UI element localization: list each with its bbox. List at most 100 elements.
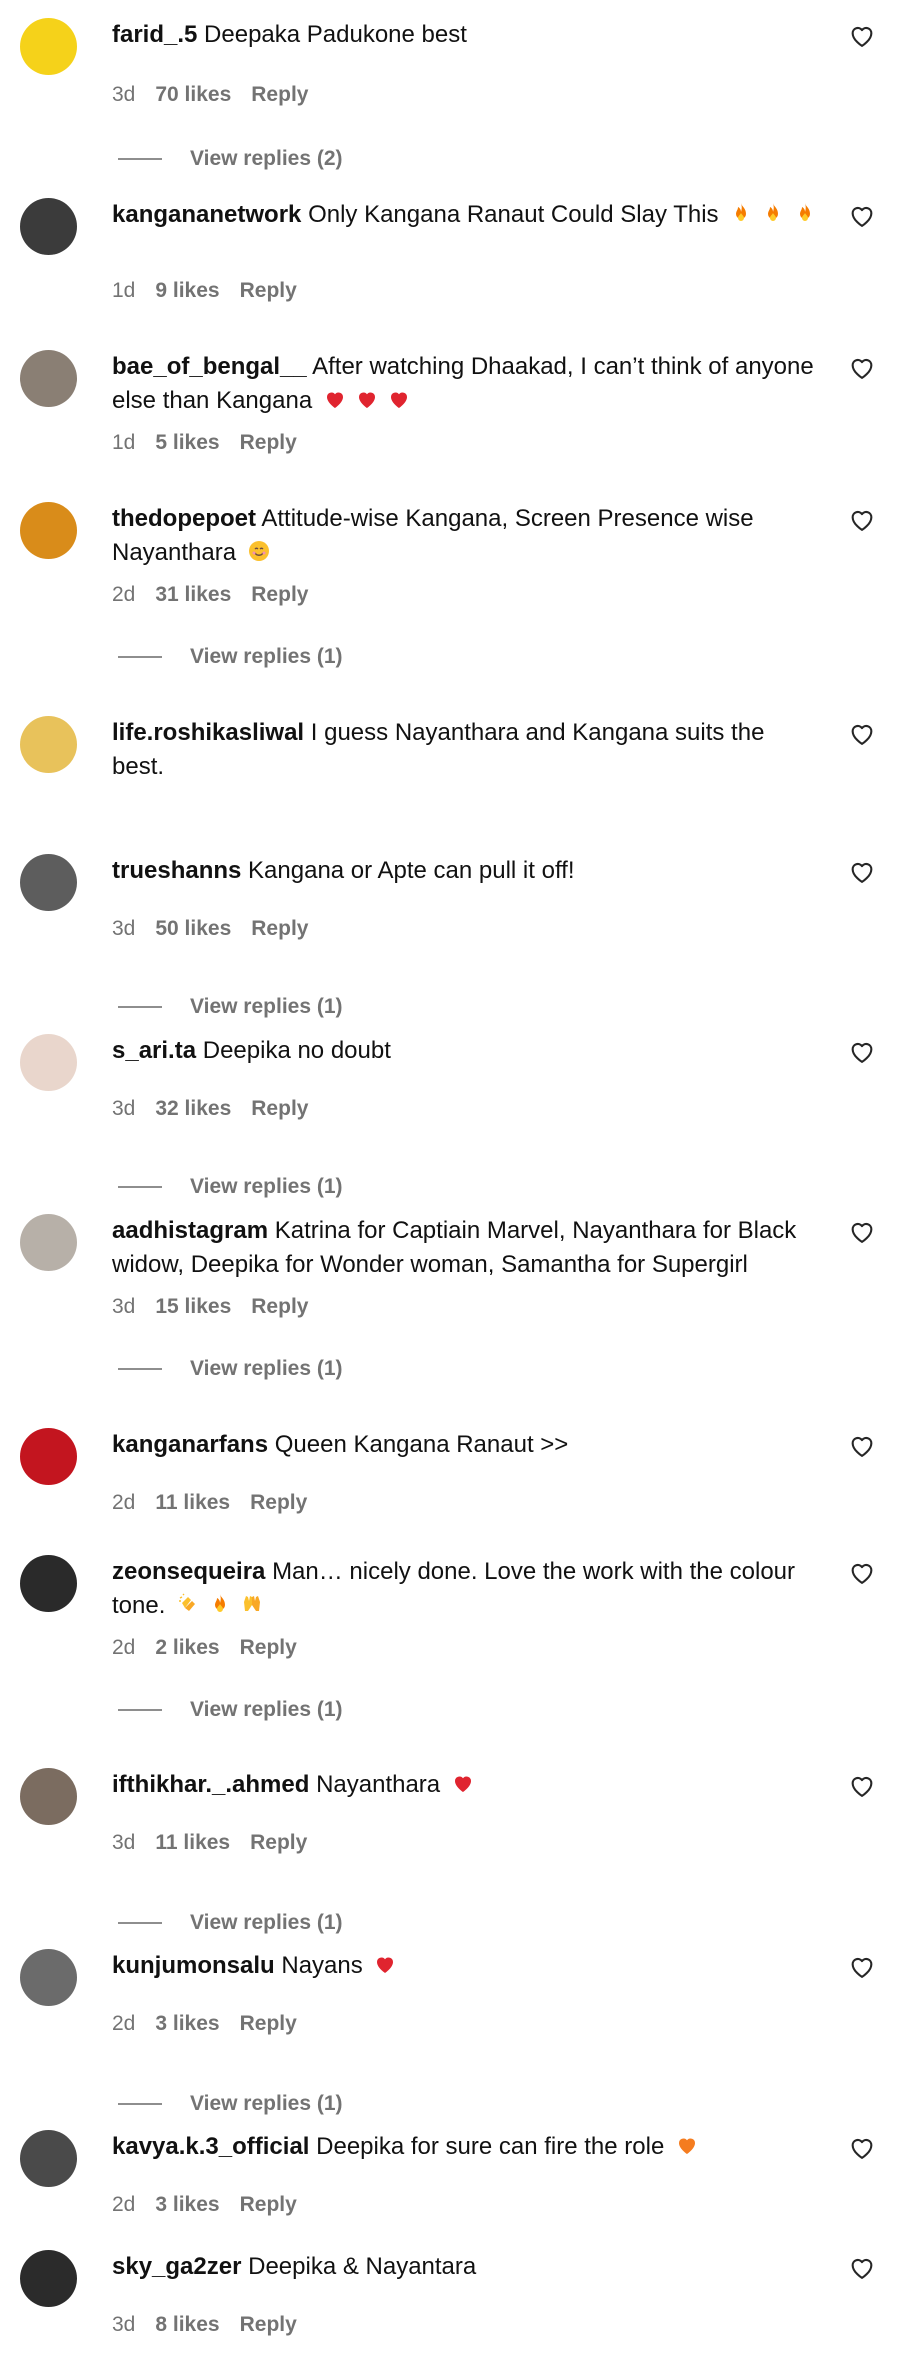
like-heart-icon[interactable] [848,1038,876,1066]
comment-username[interactable]: sky_ga2zer [112,2253,241,2280]
view-replies-label: View replies (1) [190,1357,343,1380]
comment-emoji [719,201,822,228]
comment-likes[interactable]: 50 likes [155,917,231,940]
like-heart-icon[interactable] [848,2134,876,2162]
comment-username[interactable]: bae_of_bengal__ [112,353,307,380]
avatar[interactable] [20,1428,77,1485]
reply-button[interactable]: Reply [240,279,297,302]
comment-likes[interactable]: 9 likes [155,279,219,302]
avatar[interactable] [20,1555,77,1612]
comment-username[interactable]: kanganarfans [112,1431,268,1458]
comment-username[interactable]: s_ari.ta [112,1037,196,1064]
avatar[interactable] [20,1949,77,2006]
comment-meta: 3d 50 likes Reply [112,916,328,942]
comment-username[interactable]: life.roshikasliwal [112,719,304,746]
avatar[interactable] [20,350,77,407]
comment-time: 3d [112,1295,136,1318]
comment-meta: 1d 9 likes Reply [112,278,317,304]
reply-button[interactable]: Reply [251,1295,308,1318]
like-heart-icon[interactable] [848,1432,876,1460]
reply-button[interactable]: Reply [251,917,308,940]
comment-likes[interactable]: 11 likes [155,1491,230,1514]
comment-emoji [236,539,275,566]
comment-time: 3d [112,917,136,940]
avatar[interactable] [20,716,77,773]
reply-button[interactable]: Reply [240,2313,297,2336]
view-replies-label: View replies (1) [190,995,343,1018]
avatar[interactable] [20,2250,77,2307]
comment-meta: 1d 5 likes Reply [112,430,317,456]
replies-divider [118,1368,162,1371]
like-heart-icon[interactable] [848,354,876,382]
like-heart-icon[interactable] [848,1559,876,1587]
reply-button[interactable]: Reply [250,1491,307,1514]
comment-time: 2d [112,583,136,606]
smiling-face-emoji [248,541,269,561]
comment-meta: 2d 3 likes Reply [112,2011,317,2037]
avatar[interactable] [20,2130,77,2187]
comment-body: Queen Kangana Ranaut >> [274,1431,569,1458]
comment-likes[interactable]: 32 likes [155,1097,231,1120]
view-replies-button[interactable]: View replies (1) [118,1910,343,1936]
reply-button[interactable]: Reply [251,1097,308,1120]
comment-text: sky_ga2zer Deepika & Nayantara [112,2250,822,2284]
view-replies-button[interactable]: View replies (2) [118,146,343,172]
view-replies-button[interactable]: View replies (1) [118,1174,343,1200]
view-replies-button[interactable]: View replies (1) [118,1356,343,1382]
comment-text: trueshanns Kangana or Apte can pull it o… [112,854,822,888]
comment-username[interactable]: kavya.k.3_official [112,2133,309,2160]
comment-likes[interactable]: 3 likes [155,2012,219,2035]
comment-likes[interactable]: 70 likes [155,83,231,106]
comment-likes[interactable]: 15 likes [155,1295,231,1318]
comment-username[interactable]: kangananetwork [112,201,301,228]
avatar[interactable] [20,18,77,75]
comment-username[interactable]: thedopepoet [112,505,256,532]
comment-body: Kangana or Apte can pull it off! [248,857,575,884]
reply-button[interactable]: Reply [250,1831,307,1854]
avatar[interactable] [20,502,77,559]
like-heart-icon[interactable] [848,22,876,50]
comment-likes[interactable]: 5 likes [155,431,219,454]
like-heart-icon[interactable] [848,202,876,230]
reply-button[interactable]: Reply [251,583,308,606]
fire-emoji [768,203,779,221]
comment-username[interactable]: aadhistagram [112,1217,268,1244]
comment-likes[interactable]: 31 likes [155,583,231,606]
comment-likes[interactable]: 3 likes [155,2193,219,2216]
avatar[interactable] [20,1034,77,1091]
avatar[interactable] [20,198,77,255]
reply-button[interactable]: Reply [240,2012,297,2035]
view-replies-button[interactable]: View replies (1) [118,1697,343,1723]
comment-username[interactable]: trueshanns [112,857,241,884]
like-heart-icon[interactable] [848,1953,876,1981]
view-replies-button[interactable]: View replies (1) [118,2091,343,2117]
comment-username[interactable]: ifthikhar._.ahmed [112,1771,309,1798]
like-heart-icon[interactable] [848,858,876,886]
reply-button[interactable]: Reply [240,2193,297,2216]
like-heart-icon[interactable] [848,506,876,534]
comment-username[interactable]: kunjumonsalu [112,1952,275,1979]
replies-divider [118,656,162,659]
view-replies-button[interactable]: View replies (1) [118,644,343,670]
fire-emoji [736,203,747,221]
comment-body: Deepika & Nayantara [248,2253,477,2280]
comment-emoji [440,1771,479,1798]
avatar[interactable] [20,1768,77,1825]
comment-username[interactable]: farid_.5 [112,21,197,48]
avatar[interactable] [20,854,77,911]
like-heart-icon[interactable] [848,2254,876,2282]
like-heart-icon[interactable] [848,720,876,748]
reply-button[interactable]: Reply [240,1636,297,1659]
comment-likes[interactable]: 2 likes [155,1636,219,1659]
like-heart-icon[interactable] [848,1772,876,1800]
view-replies-label: View replies (1) [190,645,343,668]
reply-button[interactable]: Reply [240,431,297,454]
view-replies-button[interactable]: View replies (1) [118,994,343,1020]
reply-button[interactable]: Reply [251,83,308,106]
comment-likes[interactable]: 8 likes [155,2313,219,2336]
comment-username[interactable]: zeonsequeira [112,1558,265,1585]
comment-time: 2d [112,1491,136,1514]
comment-likes[interactable]: 11 likes [155,1831,230,1854]
like-heart-icon[interactable] [848,1218,876,1246]
avatar[interactable] [20,1214,77,1271]
